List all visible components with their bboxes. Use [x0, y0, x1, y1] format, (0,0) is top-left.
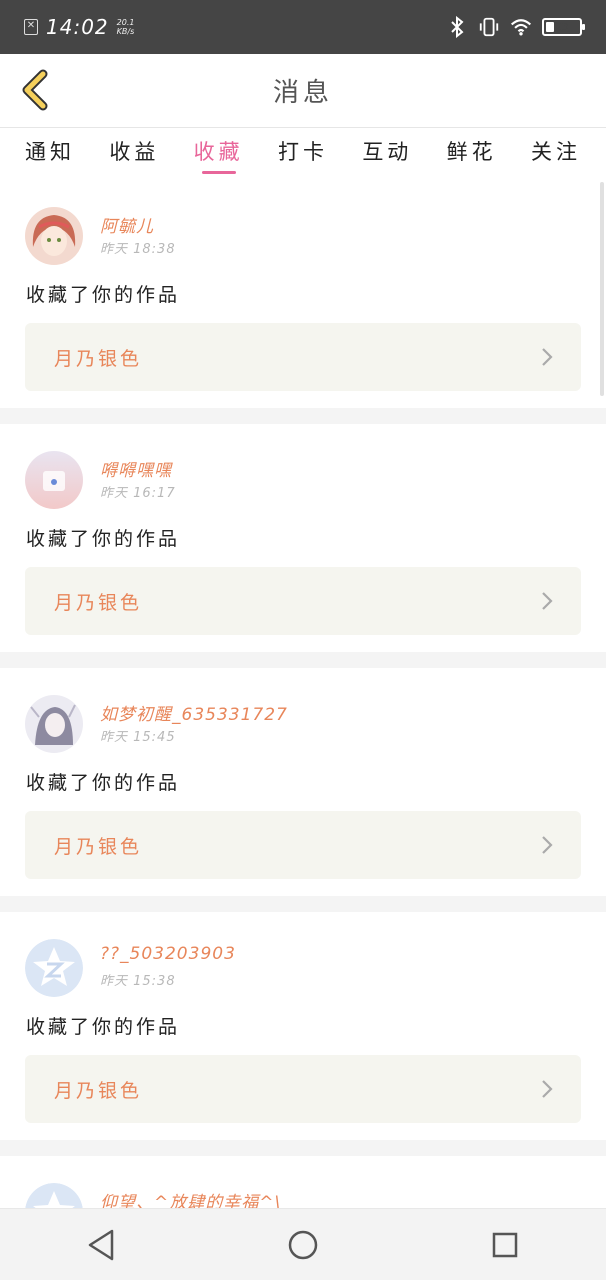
network-speed-unit: KB/s: [116, 27, 135, 36]
network-speed-value: 20.1: [116, 18, 135, 27]
avatar[interactable]: [25, 207, 83, 265]
action-text: 收藏了你的作品: [26, 772, 181, 794]
avatar[interactable]: [25, 451, 83, 509]
work-title: 月乃银色: [54, 835, 143, 858]
work-link[interactable]: 月乃银色: [25, 323, 581, 391]
notification-card: 嘚嘚嘿嘿 昨天 16:17 收藏了你的作品 月乃银色: [0, 424, 606, 652]
battery-icon: 23: [542, 18, 585, 36]
action-text: 收藏了你的作品: [26, 1016, 181, 1038]
battery-fill: [546, 22, 555, 32]
work-link[interactable]: 月乃银色: [25, 1055, 581, 1123]
timestamp: 昨天 18:38: [100, 242, 176, 257]
network-speed: 20.1 KB/s: [117, 18, 135, 36]
timestamp: 昨天 16:17: [100, 486, 176, 501]
header: 消息: [0, 54, 606, 128]
back-button[interactable]: [12, 68, 56, 112]
action-text: 收藏了你的作品: [26, 528, 181, 550]
tab-checkin[interactable]: 打卡: [267, 128, 339, 180]
nav-recents-button[interactable]: [480, 1220, 530, 1270]
scrollbar[interactable]: [600, 182, 604, 396]
nav-back-button[interactable]: [76, 1220, 126, 1270]
notification-card: 阿毓儿 昨天 18:38 收藏了你的作品 月乃银色: [0, 180, 606, 408]
circle-home-icon: [288, 1230, 318, 1259]
username[interactable]: 如梦初醒_635331727: [100, 700, 288, 725]
username[interactable]: 阿毓儿: [100, 212, 154, 237]
tab-bar: 通知 收益 收藏 打卡 互动 鲜花 关注: [0, 128, 606, 180]
nav-home-button[interactable]: [278, 1220, 328, 1270]
triangle-back-icon: [88, 1229, 114, 1260]
chevron-right-icon: [542, 1080, 553, 1098]
chevron-right-icon: [542, 836, 553, 854]
work-title: 月乃银色: [54, 1079, 143, 1102]
timestamp: 昨天 15:45: [100, 730, 176, 745]
action-text: 收藏了你的作品: [26, 284, 181, 306]
timestamp: 昨天 15:38: [100, 974, 176, 989]
tab-earnings[interactable]: 收益: [98, 128, 170, 180]
username[interactable]: 嘚嘚嘿嘿: [100, 456, 172, 481]
tab-flowers[interactable]: 鲜花: [436, 128, 508, 180]
status-bar: ✕ 14:02 20.1 KB/s 23: [0, 0, 606, 54]
tab-interaction[interactable]: 互动: [351, 128, 423, 180]
tab-notification[interactable]: 通知: [14, 128, 86, 180]
tab-favorites[interactable]: 收藏: [183, 128, 255, 180]
default-avatar-icon: [25, 939, 83, 997]
work-link[interactable]: 月乃银色: [25, 567, 581, 635]
username[interactable]: ??_503203903: [100, 944, 236, 964]
notification-close-icon: ✕: [24, 19, 38, 35]
chevron-right-icon: [542, 348, 553, 366]
notification-list: 阿毓儿 昨天 18:38 收藏了你的作品 月乃银色 嘚嘚嘿嘿 昨天 16:17 …: [0, 180, 606, 1252]
vibrate-icon: [478, 16, 500, 38]
work-link[interactable]: 月乃银色: [25, 811, 581, 879]
status-time: 14:02: [46, 15, 109, 39]
back-arrow-icon: [22, 69, 48, 111]
notification-card: ??_503203903 昨天 15:38 收藏了你的作品 月乃银色: [0, 912, 606, 1140]
avatar[interactable]: [25, 939, 83, 997]
tab-follow[interactable]: 关注: [520, 128, 592, 180]
system-nav-bar: [0, 1208, 606, 1280]
square-recents-icon: [492, 1232, 518, 1257]
notification-card: 如梦初醒_635331727 昨天 15:45 收藏了你的作品 月乃银色: [0, 668, 606, 896]
avatar[interactable]: [25, 695, 83, 753]
chevron-right-icon: [542, 592, 553, 610]
page-title: 消息: [272, 78, 333, 108]
work-title: 月乃银色: [54, 347, 143, 370]
bluetooth-icon: [446, 16, 468, 38]
work-title: 月乃银色: [54, 591, 143, 614]
battery-level: 23: [555, 21, 569, 33]
wifi-icon: [510, 16, 532, 38]
